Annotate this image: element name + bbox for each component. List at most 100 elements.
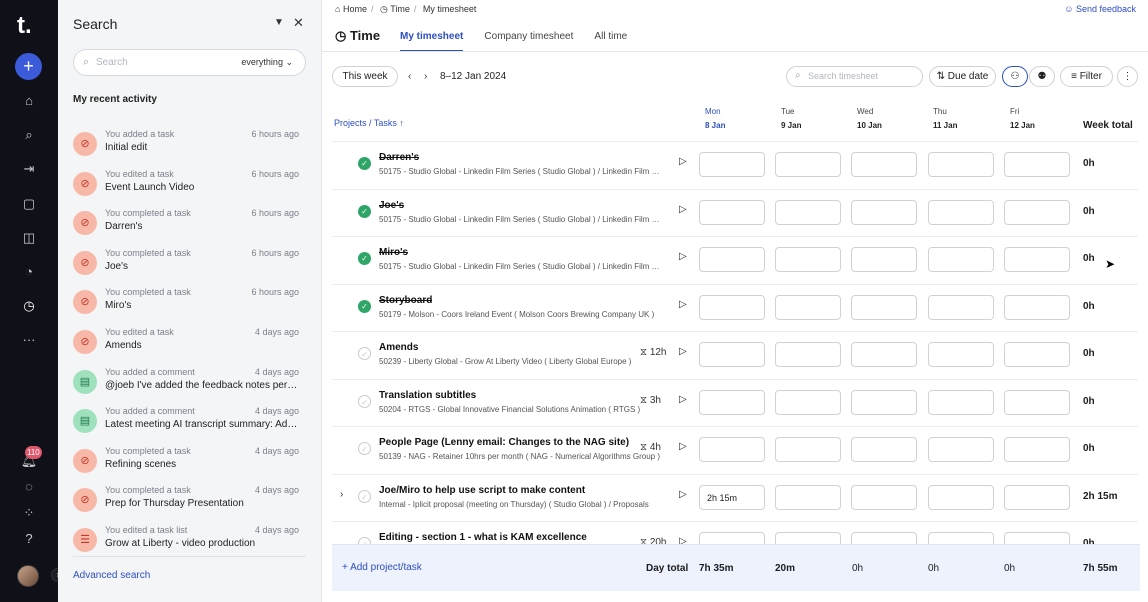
folder-icon[interactable]: ▢ [19, 194, 39, 214]
timer-icon[interactable]: ◷ [19, 296, 39, 316]
time-entry-field[interactable] [928, 247, 994, 272]
time-entry-field[interactable] [775, 342, 841, 367]
more-options-icon[interactable]: ⋮ [1117, 66, 1138, 87]
time-entry-field[interactable] [851, 437, 917, 462]
list-item[interactable]: ⊘ You added a task 6 hours ago Initial edit [73, 129, 299, 167]
time-entry-field[interactable] [928, 152, 994, 177]
add-icon[interactable]: + [15, 53, 42, 80]
pin-icon[interactable]: ▼ [274, 17, 284, 28]
help-icon[interactable]: ? [19, 529, 39, 549]
add-project-task-button[interactable]: + Add project/task [342, 562, 422, 573]
time-entry-field[interactable] [851, 342, 917, 367]
time-entry-field[interactable] [928, 389, 994, 415]
list-item[interactable]: ⊘ You completed a task 4 days ago Prep for … [73, 485, 299, 523]
time-entry-field[interactable] [851, 199, 917, 225]
time-entry-field[interactable] [851, 294, 917, 320]
more-icon[interactable]: ··· [19, 330, 39, 350]
tab-company-timesheet[interactable]: Company timesheet [484, 31, 573, 50]
time-entry-field[interactable] [851, 152, 917, 177]
list-item[interactable]: ⊘ You completed a task 6 hours ago Joe's [73, 248, 299, 286]
due-date-button[interactable]: ⇅ Due date [929, 66, 996, 87]
complete-checkbox[interactable]: ✓ [358, 442, 371, 455]
time-entry-field[interactable] [928, 199, 994, 225]
time-entry-field[interactable] [699, 152, 765, 177]
task-name[interactable]: Amends [379, 342, 418, 353]
time-entry-field[interactable] [775, 247, 841, 272]
expand-icon[interactable]: › [340, 489, 343, 500]
search-input[interactable]: ⌕ Search everything ⌄ [73, 49, 306, 76]
play-timer-icon[interactable]: ▷ [679, 156, 687, 167]
task-name[interactable]: Translation subtitles [379, 390, 476, 401]
time-entry-field[interactable] [775, 437, 841, 462]
task-name[interactable]: Miro's [379, 247, 408, 258]
time-entry-field[interactable] [1004, 294, 1070, 320]
time-entry-field[interactable] [699, 437, 765, 462]
avatar[interactable] [17, 565, 39, 587]
list-item[interactable]: ▤ You added a comment 4 days ago Latest mee… [73, 406, 299, 444]
time-entry-field[interactable]: 2h 15m [699, 484, 765, 510]
app-logo[interactable]: t. [17, 12, 41, 40]
tab-my-timesheet[interactable]: My timesheet [400, 31, 464, 52]
complete-checkbox[interactable]: ✓ [358, 157, 371, 170]
complete-checkbox[interactable]: ✓ [358, 299, 371, 313]
time-entry-field[interactable] [1004, 199, 1070, 225]
time-entry-field[interactable] [1004, 484, 1070, 510]
close-icon[interactable]: ✕ [293, 15, 304, 31]
breadcrumb-home[interactable]: Home [343, 4, 367, 14]
my-view-icon[interactable]: ⚇ [1002, 66, 1028, 87]
list-item[interactable]: ⊘ You edited a task 6 hours ago Event Launc… [73, 169, 299, 207]
home-icon[interactable]: ⌂ [19, 91, 39, 111]
time-entry-field[interactable] [699, 342, 765, 367]
inbox-icon[interactable]: ⇥ [19, 159, 39, 179]
time-entry-field[interactable] [699, 389, 765, 415]
time-entry-field[interactable] [699, 199, 765, 225]
advanced-search-link[interactable]: Advanced search [73, 570, 150, 581]
time-entry-field[interactable] [699, 294, 765, 320]
time-entry-field[interactable] [851, 247, 917, 272]
time-entry-field[interactable] [851, 484, 917, 510]
time-entry-field[interactable] [1004, 247, 1070, 272]
time-entry-field[interactable] [1004, 389, 1070, 415]
task-name[interactable]: Joe's [379, 200, 404, 211]
next-week-icon[interactable]: › [424, 71, 427, 82]
complete-checkbox[interactable]: ✓ [358, 394, 371, 408]
task-name[interactable]: Storyboard [379, 295, 432, 306]
chat-icon[interactable]: ◌ [19, 477, 39, 497]
time-entry-field[interactable] [775, 199, 841, 225]
play-timer-icon[interactable]: ▷ [679, 251, 687, 262]
projects-tasks-header[interactable]: Projects / Tasks ↑ [334, 118, 404, 128]
task-name[interactable]: Editing - section 1 - what is KAM excell… [379, 532, 587, 543]
task-name[interactable]: Joe/Miro to help use script to make cont… [379, 485, 585, 496]
reports-icon[interactable]: ◫ [19, 228, 39, 248]
list-item[interactable]: ⊘ You completed a task 4 days ago Refining … [73, 446, 299, 484]
filter-button[interactable]: ≡ Filter [1060, 66, 1113, 87]
prev-week-icon[interactable]: ‹ [408, 71, 411, 82]
play-timer-icon[interactable]: ▷ [679, 346, 687, 357]
timesheet-search-input[interactable]: ⌕ Search timesheet [786, 66, 923, 87]
send-feedback-link[interactable]: ☺ Send feedback [1064, 4, 1136, 14]
play-timer-icon[interactable]: ▷ [679, 489, 687, 500]
play-timer-icon[interactable]: ▷ [679, 441, 687, 452]
time-entry-field[interactable] [1004, 342, 1070, 367]
list-item[interactable]: ⊘ You completed a task 6 hours ago Miro's [73, 287, 299, 325]
time-entry-field[interactable] [928, 437, 994, 462]
time-entry-field[interactable] [775, 152, 841, 177]
time-entry-field[interactable] [928, 294, 994, 320]
time-entry-field[interactable] [775, 484, 841, 510]
time-entry-field[interactable] [928, 342, 994, 367]
this-week-button[interactable]: This week [332, 66, 398, 87]
time-entry-field[interactable] [851, 389, 917, 415]
list-item[interactable]: ▤ You added a comment 4 days ago @joeb I've… [73, 367, 299, 405]
complete-checkbox[interactable]: ✓ [358, 489, 371, 503]
task-name[interactable]: People Page (Lenny email: Changes to the… [379, 437, 629, 448]
time-entry-field[interactable] [1004, 437, 1070, 462]
list-item[interactable]: ⊘ You completed a task 6 hours ago Darren's [73, 208, 299, 246]
time-entry-field[interactable] [699, 247, 765, 272]
team-view-icon[interactable]: ⚉ [1029, 66, 1055, 87]
list-item[interactable]: ☰ You edited a task list 4 days ago Grow at… [73, 525, 299, 563]
complete-checkbox[interactable]: ✓ [358, 204, 371, 218]
search-scope-dropdown[interactable]: everything ⌄ [241, 57, 293, 68]
task-name[interactable]: Darren's [379, 152, 419, 163]
time-entry-field[interactable] [775, 389, 841, 415]
tab-all-time[interactable]: All time [594, 31, 627, 50]
